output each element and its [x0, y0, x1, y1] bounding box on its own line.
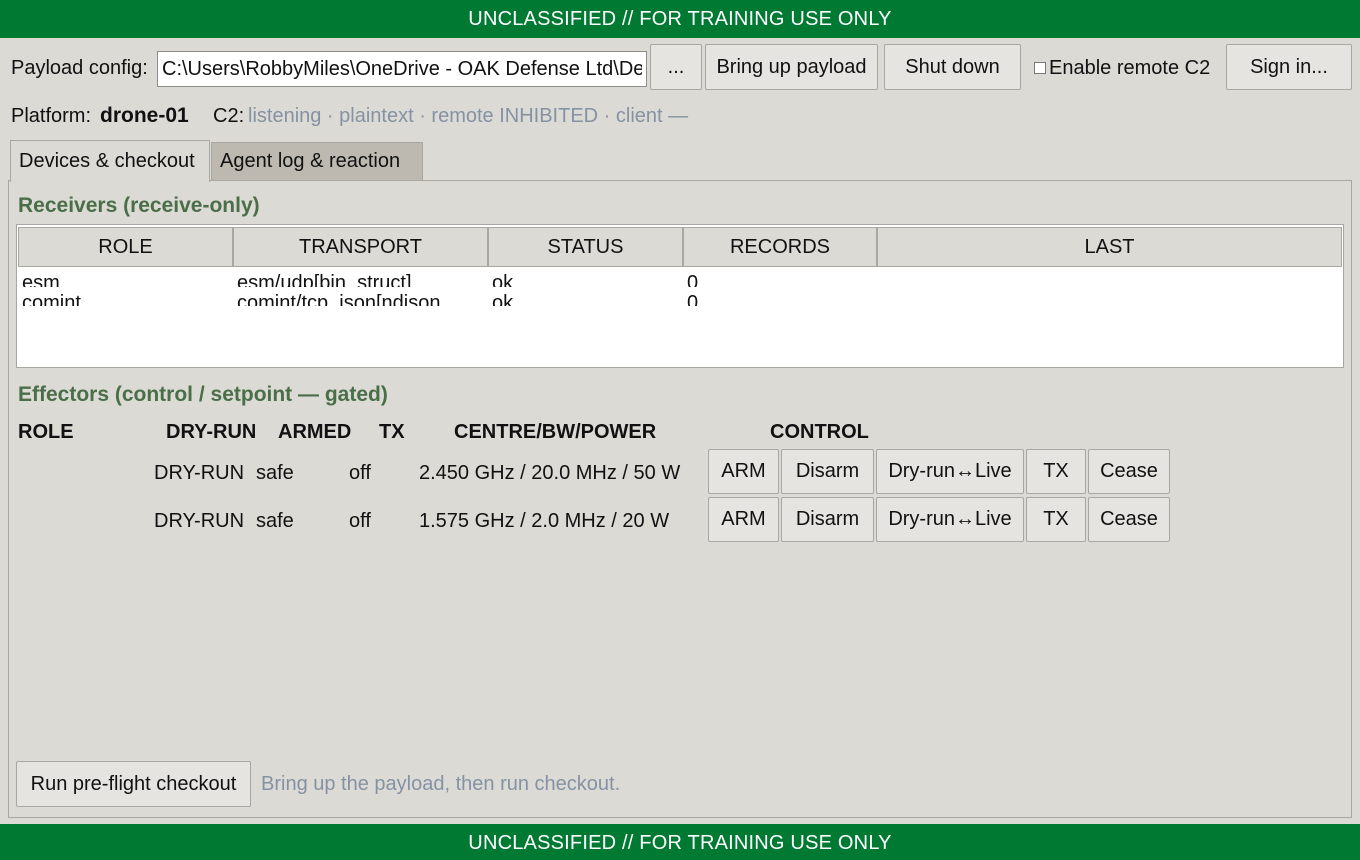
platform-value: drone-01: [100, 104, 189, 127]
tab-agent-log-reaction[interactable]: Agent log & reaction: [211, 142, 423, 180]
cell-records: 0: [687, 273, 699, 287]
cell-status: ok: [492, 293, 514, 306]
effectors-header-centre-bw-power: CENTRE/BW/POWER: [454, 421, 657, 443]
cell-last: [881, 293, 1281, 306]
column-header-records[interactable]: RECORDS: [683, 227, 877, 267]
enable-remote-c2-checkbox[interactable]: [1034, 62, 1046, 74]
effectors-header-control: CONTROL: [770, 421, 869, 443]
receivers-table[interactable]: ROLE TRANSPORT STATUS RECORDS LAST esm e…: [16, 224, 1344, 368]
shut-down-button[interactable]: Shut down: [884, 44, 1021, 90]
cell-records: 0: [687, 293, 699, 306]
arm-button[interactable]: ARM: [708, 449, 779, 494]
arm-button[interactable]: ARM: [708, 497, 779, 542]
effector-dryrun: DRY-RUN: [154, 510, 245, 532]
checkout-hint: Bring up the payload, then run checkout.: [261, 773, 621, 795]
c2-label: C2:: [213, 105, 245, 127]
payload-config-input[interactable]: [157, 51, 647, 87]
column-header-role[interactable]: ROLE: [18, 227, 233, 267]
tab-devices-checkout[interactable]: Devices & checkout: [10, 140, 210, 182]
tx-button[interactable]: TX: [1026, 449, 1086, 494]
dryrun-live-toggle-button[interactable]: Dry-run↔Live: [876, 449, 1024, 494]
tx-button[interactable]: TX: [1026, 497, 1086, 542]
effectors-header-role: ROLE: [18, 421, 74, 443]
cell-status: ok: [492, 273, 514, 287]
effector-dryrun: DRY-RUN: [154, 462, 245, 484]
cell-transport: esm/udp[bin_struct]: [237, 273, 412, 287]
cell-last: [881, 273, 1281, 287]
effectors-header-armed: ARMED: [278, 421, 352, 443]
cell-role: esm: [22, 273, 60, 287]
effector-centre-bw-power: 2.450 GHz / 20.0 MHz / 50 W: [419, 462, 681, 484]
run-preflight-checkout-button[interactable]: Run pre-flight checkout: [16, 761, 251, 807]
effector-armed: safe: [256, 462, 294, 484]
effectors-header-tx: TX: [379, 421, 405, 443]
enable-remote-c2-label[interactable]: Enable remote C2: [1049, 57, 1210, 80]
c2-status-value: listening · plaintext · remote INHIBITED…: [248, 105, 689, 127]
column-header-last[interactable]: LAST: [877, 227, 1342, 267]
column-header-transport[interactable]: TRANSPORT: [233, 227, 488, 267]
cease-button[interactable]: Cease: [1088, 449, 1170, 494]
sign-in-button[interactable]: Sign in...: [1226, 44, 1352, 90]
dryrun-live-toggle-button[interactable]: Dry-run↔Live: [876, 497, 1024, 542]
effectors-section-title: Effectors (control / setpoint — gated): [18, 383, 388, 406]
bring-up-payload-button[interactable]: Bring up payload: [705, 44, 878, 90]
disarm-button[interactable]: Disarm: [781, 449, 874, 494]
effector-tx: off: [349, 510, 371, 532]
receivers-section-title: Receivers (receive-only): [18, 194, 260, 217]
browse-button[interactable]: ...: [650, 44, 702, 90]
classification-banner-top: UNCLASSIFIED // FOR TRAINING USE ONLY: [0, 0, 1360, 38]
effector-tx: off: [349, 462, 371, 484]
payload-config-label: Payload config:: [11, 57, 148, 79]
effector-armed: safe: [256, 510, 294, 532]
platform-label: Platform:: [11, 105, 92, 127]
cell-role: comint: [22, 293, 81, 306]
classification-banner-bottom: UNCLASSIFIED // FOR TRAINING USE ONLY: [0, 824, 1360, 860]
cell-transport: comint/tcp_json[ndjson: [237, 293, 441, 306]
effector-centre-bw-power: 1.575 GHz / 2.0 MHz / 20 W: [419, 510, 670, 532]
cease-button[interactable]: Cease: [1088, 497, 1170, 542]
column-header-status[interactable]: STATUS: [488, 227, 683, 267]
disarm-button[interactable]: Disarm: [781, 497, 874, 542]
effectors-header-dryrun: DRY-RUN: [166, 421, 257, 443]
